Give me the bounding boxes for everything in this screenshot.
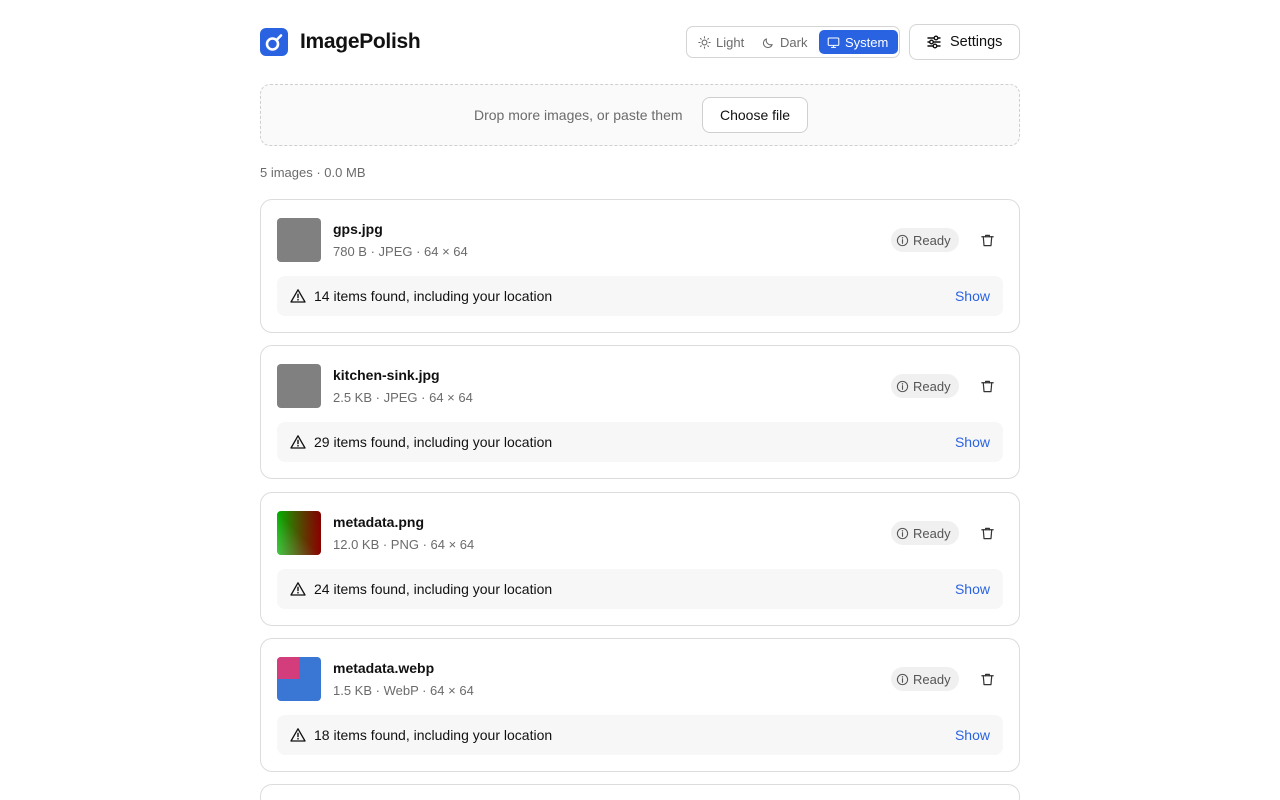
theme-option-dark[interactable]: Dark <box>754 30 814 54</box>
delete-button[interactable] <box>977 523 997 543</box>
warning-icon <box>290 289 306 303</box>
trash-icon <box>980 380 994 392</box>
status-badge: Ready <box>891 521 959 545</box>
sun-icon <box>698 35 711 49</box>
file-meta: 780 B · JPEG · 64 × 64 <box>333 244 468 259</box>
finding-text: 24 items found, including your location <box>314 581 553 597</box>
file-name: metadata.webp <box>333 660 435 676</box>
file-card: metadata.png 12.0 KB · PNG · 64 × 64 Rea… <box>260 492 1020 626</box>
info-icon <box>896 527 909 539</box>
trash-icon <box>980 527 994 539</box>
status-badge: Ready <box>891 374 959 398</box>
warning-icon <box>290 728 306 742</box>
header: ImagePolish Light Dark System Settings <box>260 24 1020 60</box>
show-details-link[interactable]: Show <box>955 434 990 450</box>
file-meta: 12.0 KB · PNG · 64 × 64 <box>333 537 475 552</box>
theme-toggle: Light Dark System <box>686 26 900 58</box>
metadata-finding: 24 items found, including your location … <box>277 569 1003 609</box>
settings-label: Settings <box>950 34 1003 50</box>
finding-text: 14 items found, including your location <box>314 288 553 304</box>
file-name: metadata.png <box>333 514 425 530</box>
metadata-finding: 18 items found, including your location … <box>277 715 1003 755</box>
dropzone-text: Drop more images, or paste them <box>474 107 683 123</box>
file-name: kitchen-sink.jpg <box>333 367 440 383</box>
theme-option-system[interactable]: System <box>819 30 898 54</box>
metadata-finding: 29 items found, including your location … <box>277 422 1003 462</box>
delete-button[interactable] <box>977 230 997 250</box>
trash-icon <box>980 673 994 685</box>
file-meta: 2.5 KB · JPEG · 64 × 64 <box>333 390 473 405</box>
file-thumbnail <box>277 364 321 408</box>
choose-file-button[interactable]: Choose file <box>702 97 808 133</box>
file-card: metadata.webp 1.5 KB · WebP · 64 × 64 Re… <box>260 638 1020 772</box>
delete-button[interactable] <box>977 376 997 396</box>
warning-icon <box>290 435 306 449</box>
status-label: Ready <box>913 378 951 394</box>
status-label: Ready <box>913 525 951 541</box>
info-icon <box>896 673 909 685</box>
logo-icon <box>260 28 288 56</box>
show-details-link[interactable]: Show <box>955 581 990 597</box>
file-thumbnail <box>277 218 321 262</box>
moon-icon <box>762 37 773 48</box>
monitor-icon <box>827 37 840 48</box>
file-card: kitchen-sink.jpg 2.5 KB · JPEG · 64 × 64… <box>260 345 1020 479</box>
warning-icon <box>290 582 306 596</box>
finding-text: 18 items found, including your location <box>314 727 553 743</box>
file-summary: 5 images · 0.0 MB <box>260 165 366 180</box>
sliders-icon <box>927 35 941 49</box>
theme-option-label: Dark <box>780 34 808 50</box>
file-meta: 1.5 KB · WebP · 64 × 64 <box>333 683 474 698</box>
show-details-link[interactable]: Show <box>955 288 990 304</box>
theme-option-label: System <box>845 34 889 50</box>
status-badge: Ready <box>891 667 959 691</box>
file-card <box>260 784 1020 800</box>
file-name: gps.jpg <box>333 221 383 237</box>
trash-icon <box>980 234 994 246</box>
info-icon <box>896 380 909 392</box>
metadata-finding: 14 items found, including your location … <box>277 276 1003 316</box>
dropzone[interactable]: Drop more images, or paste them Choose f… <box>260 84 1020 146</box>
status-badge: Ready <box>891 228 959 252</box>
show-details-link[interactable]: Show <box>955 727 990 743</box>
file-thumbnail <box>277 657 321 701</box>
file-thumbnail <box>277 511 321 555</box>
settings-button[interactable]: Settings <box>909 24 1020 60</box>
status-label: Ready <box>913 232 951 248</box>
delete-button[interactable] <box>977 669 997 689</box>
finding-text: 29 items found, including your location <box>314 434 553 450</box>
info-icon <box>896 234 909 246</box>
theme-option-light[interactable]: Light <box>690 30 750 54</box>
status-label: Ready <box>913 671 951 687</box>
file-card: gps.jpg 780 B · JPEG · 64 × 64 Ready 14 … <box>260 199 1020 333</box>
app-title: ImagePolish <box>300 30 421 53</box>
theme-option-label: Light <box>716 34 745 50</box>
